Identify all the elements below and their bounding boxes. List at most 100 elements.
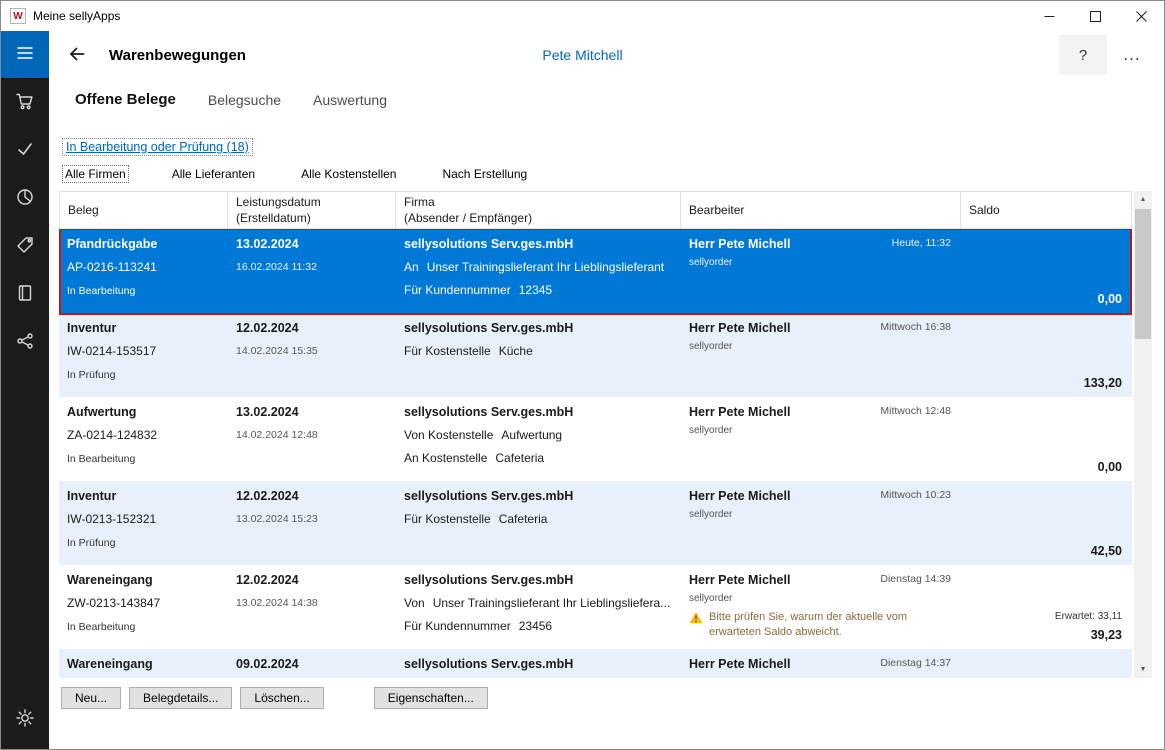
delete-button[interactable]: Löschen... (240, 687, 323, 709)
sidebar-item-journal[interactable] (1, 270, 49, 318)
sidebar-item-cart[interactable] (1, 78, 49, 126)
page-title: Warenbewegungen (109, 47, 246, 64)
cell-date: 13.02.2024 14.02.2024 12:48 (228, 397, 396, 481)
scroll-down-button[interactable]: ▼ (1134, 661, 1152, 678)
company-name: sellysolutions Serv.ges.mbH (404, 235, 673, 251)
created-date: 16.02.2024 11:32 (236, 261, 388, 273)
back-icon (67, 44, 87, 67)
editor-app: sellyorder (689, 257, 953, 268)
scrollbar-thumb[interactable] (1135, 209, 1151, 339)
filter-cost-centers[interactable]: Alle Kostenstellen (298, 165, 399, 183)
tab-belegsuche[interactable]: Belegsuche (208, 89, 281, 110)
cell-date: 13.02.2024 16.02.2024 11:32 (228, 229, 396, 313)
cell-beleg: Inventur IW-0213-152321 In Prüfung (59, 481, 228, 565)
cell-firma: sellysolutions Serv.ges.mbH Für Kostenst… (396, 313, 681, 397)
tab-offene-belege[interactable]: Offene Belege (75, 89, 176, 110)
tab-auswertung[interactable]: Auswertung (313, 89, 387, 110)
cell-saldo: 133,20 (961, 313, 1132, 397)
details-button[interactable]: Belegdetails... (129, 687, 232, 709)
filter-sort[interactable]: Nach Erstellung (439, 165, 530, 183)
table-row[interactable]: Wareneingang ZW-0213-143847 In Bearbeitu… (59, 565, 1132, 649)
cell-bearbeiter: Herr Pete Michell Dienstag 14:37 (681, 649, 961, 678)
action-bar: Neu... Belegdetails... Löschen... Eigens… (61, 687, 488, 709)
created-date: 13.02.2024 14:38 (236, 597, 388, 609)
service-date: 13.02.2024 (236, 235, 388, 251)
column-header-firma[interactable]: Firma(Absender / Empfänger) (396, 192, 681, 228)
cell-beleg: Inventur IW-0214-153517 In Prüfung (59, 313, 228, 397)
column-header-leistungsdatum[interactable]: Leistungsdatum(Erstelldatum) (228, 192, 396, 228)
firma-line: Von KostenstelleAufwertung (404, 428, 673, 442)
cell-saldo: 42,50 (961, 481, 1132, 565)
firma-line: AnUnser Trainingslieferant Ihr Lieblings… (404, 260, 673, 274)
firma-line: An KostenstelleCafeteria (404, 451, 673, 465)
saldo-value: 42,50 (1091, 544, 1122, 558)
maximize-button[interactable] (1072, 1, 1118, 31)
cell-bearbeiter: Herr Pete Michell sellyorder Dienstag 14… (681, 565, 961, 649)
cell-firma: sellysolutions Serv.ges.mbH Für Kostenst… (396, 481, 681, 565)
doc-type: Wareneingang (67, 655, 220, 671)
sidebar-item-reports[interactable] (1, 174, 49, 222)
cell-bearbeiter: Herr Pete Michell sellyorder Mittwoch 16… (681, 313, 961, 397)
cell-firma: sellysolutions Serv.ges.mbH VonUnser Tra… (396, 565, 681, 649)
created-date: 14.02.2024 12:48 (236, 429, 388, 441)
editor-app: sellyorder (689, 509, 953, 520)
saldo-value: 133,20 (1084, 376, 1122, 390)
edit-time: Mittwoch 10:23 (880, 489, 951, 501)
close-button[interactable] (1118, 1, 1164, 31)
settings-button[interactable] (1, 695, 49, 743)
firma-line: Für KostenstelleKüche (404, 344, 673, 358)
doc-status: In Bearbeitung (67, 453, 220, 465)
service-date: 09.02.2024 (236, 655, 388, 671)
doc-type: Pfandrückgabe (67, 235, 220, 251)
created-date: 13.02.2024 15:23 (236, 513, 388, 525)
app-logo-icon: W (10, 8, 26, 24)
more-button[interactable]: ... (1114, 35, 1150, 75)
minimize-button[interactable] (1026, 1, 1072, 31)
table-row[interactable]: Inventur IW-0214-153517 In Prüfung 12.02… (59, 313, 1132, 397)
table-row[interactable]: Inventur IW-0213-152321 In Prüfung 12.02… (59, 481, 1132, 565)
check-icon (15, 139, 35, 162)
saldo-value: 0,00 (1098, 460, 1122, 474)
edit-time: Heute, 11:32 (892, 237, 951, 249)
sidebar-item-documents[interactable] (1, 126, 49, 174)
sidebar (1, 31, 49, 749)
titlebar: W Meine sellyApps (1, 1, 1164, 31)
table-row[interactable]: Wareneingang 09.02.2024 sellysolutions S… (59, 649, 1132, 678)
pie-chart-icon (15, 187, 35, 210)
edit-time: Dienstag 14:37 (880, 657, 951, 669)
scroll-up-button[interactable]: ▲ (1134, 191, 1152, 208)
column-header-bearbeiter[interactable]: Bearbeiter (681, 192, 961, 228)
doc-type: Inventur (67, 319, 220, 335)
properties-button[interactable]: Eigenschaften... (374, 687, 488, 709)
firma-line: Für KostenstelleCafeteria (404, 512, 673, 526)
share-icon (15, 331, 35, 354)
cell-beleg: Wareneingang (59, 649, 228, 678)
new-button[interactable]: Neu... (61, 687, 121, 709)
window-title: Meine sellyApps (33, 9, 120, 23)
filter-row: Alle Firmen Alle Lieferanten Alle Kosten… (62, 165, 530, 183)
service-date: 12.02.2024 (236, 487, 388, 503)
column-header-saldo[interactable]: Saldo (961, 192, 1132, 228)
table-header: Beleg Leistungsdatum(Erstelldatum) Firma… (59, 191, 1132, 229)
table-row[interactable]: Aufwertung ZA-0214-124832 In Bearbeitung… (59, 397, 1132, 481)
company-name: sellysolutions Serv.ges.mbH (404, 655, 673, 671)
filter-companies[interactable]: Alle Firmen (62, 165, 129, 183)
sidebar-item-prices[interactable] (1, 222, 49, 270)
table-row[interactable]: Pfandrückgabe AP-0216-113241 In Bearbeit… (59, 229, 1132, 313)
warning-triangle-icon (689, 610, 703, 629)
vertical-scrollbar[interactable]: ▲ ▼ (1134, 191, 1152, 678)
company-name: sellysolutions Serv.ges.mbH (404, 319, 673, 335)
cell-date: 12.02.2024 14.02.2024 15:35 (228, 313, 396, 397)
sidebar-item-network[interactable] (1, 318, 49, 366)
book-icon (15, 283, 35, 306)
back-button[interactable] (62, 40, 92, 70)
filter-suppliers[interactable]: Alle Lieferanten (169, 165, 258, 183)
status-filter-link[interactable]: In Bearbeitung oder Prüfung (18) (62, 138, 253, 156)
menu-button[interactable] (1, 31, 49, 78)
help-button[interactable]: ? (1059, 35, 1107, 75)
editor-app: sellyorder (689, 425, 953, 436)
doc-type: Aufwertung (67, 403, 220, 419)
service-date: 13.02.2024 (236, 403, 388, 419)
doc-type: Inventur (67, 487, 220, 503)
column-header-beleg[interactable]: Beleg (59, 192, 228, 228)
